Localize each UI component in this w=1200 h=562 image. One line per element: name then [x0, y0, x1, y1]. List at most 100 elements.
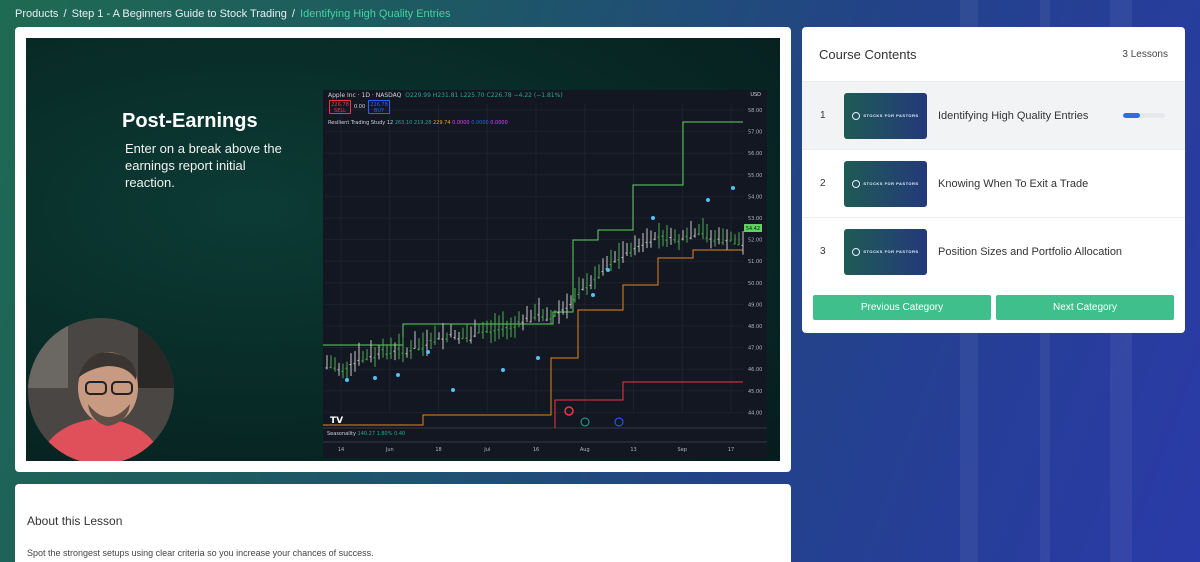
- next-category-button[interactable]: Next Category: [996, 295, 1174, 320]
- signal-marker: [451, 388, 455, 392]
- seasonality-label: Seasonality: [327, 431, 356, 437]
- stop-line: [554, 381, 743, 428]
- time-tick-label: 14: [338, 447, 344, 453]
- price-tick-label: 58.00: [748, 108, 762, 114]
- presenter-image: [28, 318, 174, 461]
- upper-band-line: [323, 121, 743, 346]
- course-contents-title: Course Contents: [819, 46, 917, 62]
- lesson-progress-bar: [1123, 113, 1165, 118]
- slide-body: Enter on a break above the earnings repo…: [125, 141, 282, 190]
- signal-marker: [651, 216, 655, 220]
- thumbnail-brand-text: STOCKS FOR PASTORS: [863, 249, 919, 254]
- breadcrumb-step-1[interactable]: Step 1 - A Beginners Guide to Stock Trad…: [72, 8, 287, 20]
- stock-chart-canvas: 58.00 57.00 56.00 55.00 54.00 53.00 52.00 51.00…: [323, 104, 767, 453]
- time-tick-label: Aug: [580, 447, 590, 453]
- lesson-thumbnail: STOCKS FOR PASTORS: [844, 92, 927, 139]
- chart-ohlc: O229.99 H231.81 L225.70 C226.78 −4.22 (−…: [405, 92, 563, 99]
- price-tick-label: 51.00: [748, 259, 762, 265]
- price-tick-label: 50.00: [748, 281, 762, 287]
- indicator-value: 0.0000: [490, 120, 508, 126]
- signal-marker: [706, 198, 710, 202]
- lesson-item-3[interactable]: 3 STOCKS FOR PASTORS Position Sizes and …: [802, 217, 1185, 285]
- breadcrumb-current: Identifying High Quality Entries: [300, 8, 451, 20]
- lesson-progress-fill: [1123, 113, 1140, 118]
- stock-chart: 58.00 57.00 56.00 55.00 54.00 53.00 52.00 51.00…: [323, 90, 767, 458]
- signal-marker: [345, 378, 349, 382]
- time-tick-label: Sep: [678, 447, 687, 453]
- breadcrumb: Products / Step 1 - A Beginners Guide to…: [15, 8, 450, 20]
- previous-category-button[interactable]: Previous Category: [813, 295, 991, 320]
- price-tick-label: 46.00: [748, 367, 762, 373]
- tradingview-logo: TV: [330, 416, 344, 426]
- presenter-webcam: [28, 318, 174, 461]
- time-tick-label: Jun: [385, 447, 394, 453]
- signal-marker: [501, 368, 505, 372]
- buy-box: 226.78 BUY: [368, 100, 390, 114]
- dividend-event-icon: [580, 417, 590, 427]
- about-lesson-text: Spot the strongest setups using clear cr…: [27, 548, 374, 558]
- about-lesson-card: About this Lesson Spot the strongest set…: [15, 484, 791, 562]
- slide-title: Post-Earnings: [122, 110, 258, 132]
- spread-value: 0.00: [354, 104, 366, 110]
- thumbnail-brand-text: STOCKS FOR PASTORS: [863, 181, 919, 186]
- signal-marker: [591, 293, 595, 297]
- lesson-video-card: Post-Earnings Enter on a break above the…: [15, 27, 791, 472]
- indicator-value: 229.74: [433, 120, 451, 126]
- lesson-title: Identifying High Quality Entries: [938, 109, 1089, 122]
- breadcrumb-products[interactable]: Products: [15, 8, 58, 20]
- signal-marker: [396, 373, 400, 377]
- lesson-item-1[interactable]: 1 STOCKS FOR PASTORS Identifying High Qu…: [802, 81, 1185, 149]
- signal-marker: [606, 268, 610, 272]
- brand-logo-icon: [852, 111, 861, 120]
- price-tick-label: 52.00: [748, 238, 762, 244]
- category-navigation: Previous Category Next Category: [802, 285, 1185, 330]
- chart-currency: USD: [750, 92, 761, 98]
- chart-symbol: Apple Inc · 1D · NASDAQ: [328, 92, 402, 99]
- price-tick-label: 49.00: [748, 302, 762, 308]
- seasonality-line: Seasonality 140.27 1.80% 0.40: [327, 431, 405, 437]
- sell-label: SELL: [334, 108, 346, 114]
- sell-box: 226.78 SELL: [329, 100, 351, 114]
- buy-label: BUY: [373, 108, 385, 114]
- price-tick-label: 56.00: [748, 151, 762, 157]
- time-tick-label: 13: [630, 447, 636, 453]
- lesson-count: 3 Lessons: [1122, 48, 1168, 60]
- dividend-event-icon: [614, 417, 624, 427]
- indicator-value: 0.0000: [452, 120, 470, 126]
- signal-marker: [426, 350, 430, 354]
- price-tick-label: 47.00: [748, 346, 762, 352]
- signal-marker: [731, 186, 735, 190]
- price-tick-label: 45.00: [748, 389, 762, 395]
- price-tick-label: 55.00: [748, 173, 762, 179]
- price-tick-label: 48.00: [748, 324, 762, 330]
- lesson-number: 1: [820, 110, 826, 121]
- breadcrumb-separator: /: [63, 8, 67, 20]
- price-tick-label: 54.00: [748, 194, 762, 200]
- thumbnail-brand-text: STOCKS FOR PASTORS: [863, 113, 919, 118]
- time-tick-label: 17: [728, 447, 734, 453]
- price-tick-label: 57.00: [748, 130, 762, 136]
- indicator-value: 263.10: [394, 120, 413, 126]
- lesson-title: Position Sizes and Portfolio Allocation: [938, 245, 1123, 258]
- lesson-title: Knowing When To Exit a Trade: [938, 177, 1089, 190]
- time-tick-label: 16: [533, 447, 539, 453]
- price-tick-label: 44.00: [748, 410, 762, 416]
- time-tick-label: 18: [435, 447, 441, 453]
- brand-logo-icon: [852, 179, 861, 188]
- lesson-number: 3: [820, 246, 826, 257]
- lesson-thumbnail: STOCKS FOR PASTORS: [844, 160, 927, 207]
- course-contents-header: Course Contents 3 Lessons: [802, 27, 1185, 81]
- seasonality-values: 140.27 1.80% 0.40: [357, 431, 406, 437]
- lesson-video-player[interactable]: Post-Earnings Enter on a break above the…: [26, 38, 780, 461]
- lesson-item-2[interactable]: 2 STOCKS FOR PASTORS Knowing When To Exi…: [802, 149, 1185, 217]
- about-lesson-heading: About this Lesson: [27, 514, 123, 528]
- lesson-number: 2: [820, 178, 826, 189]
- price-tick-label: 53.00: [748, 216, 762, 222]
- course-contents-panel: Course Contents 3 Lessons 1 STOCKS FOR P…: [802, 27, 1185, 333]
- lower-band-line: [323, 249, 743, 426]
- time-tick-label: Jul: [483, 447, 490, 453]
- current-price-text: 54.42: [746, 226, 760, 232]
- chart-header: Apple Inc · 1D · NASDAQ O229.99 H231.81 …: [328, 92, 563, 99]
- indicator-line: Resilient Trading Study 12 263.10 219.28…: [328, 120, 508, 126]
- brand-logo-icon: [852, 247, 861, 256]
